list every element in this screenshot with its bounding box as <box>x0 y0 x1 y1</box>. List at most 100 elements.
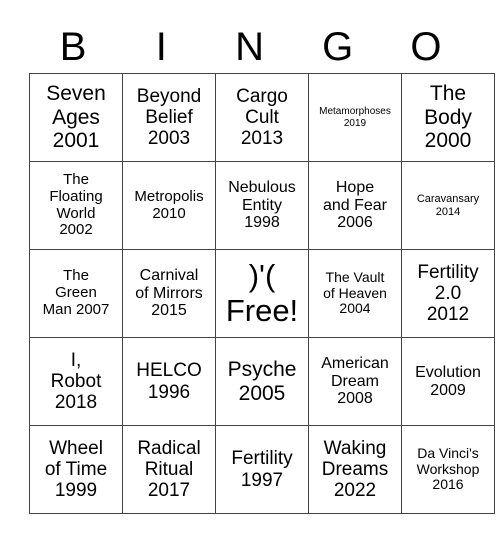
bingo-cell[interactable]: Da Vinci's Workshop 2016 <box>401 425 495 514</box>
cell-text-line: )'( <box>248 257 276 293</box>
bingo-cell[interactable]: Evolution 2009 <box>401 337 495 426</box>
grid-row: The Green Man 2007 Carnival of Mirrors 2015 … <box>29 249 495 338</box>
bingo-cell[interactable]: Nebulous Entity 1998 <box>215 161 309 250</box>
grid-row: I, Robot 2018 HELCO 1996 Psyche 2005 America… <box>29 337 495 426</box>
cell-text-line: and Fear <box>322 196 388 214</box>
header-letter-i: I <box>155 25 167 69</box>
cell-text-line: Nebulous <box>228 178 296 196</box>
cell-text-line: 2013 <box>240 128 284 150</box>
cell-text-line: 1999 <box>54 480 98 502</box>
cell-text-line: 2022 <box>333 480 377 502</box>
bingo-cell[interactable]: American Dream 2008 <box>308 337 402 426</box>
bingo-cell[interactable]: Hope and Fear 2006 <box>308 161 402 250</box>
cell-text-line: World <box>56 204 96 222</box>
cell-text-line: Body <box>424 105 472 129</box>
cell-text-line: of Mirrors <box>135 284 203 302</box>
cell-text-line: Caravansary <box>416 193 480 206</box>
cell-text-line: Floating <box>49 187 103 205</box>
cell-text-line: Green <box>55 284 97 302</box>
bingo-cell[interactable]: Cargo Cult 2013 <box>215 73 309 162</box>
bingo-cell[interactable]: The Vault of Heaven 2004 <box>308 249 402 338</box>
cell-text-line: Cult <box>245 106 279 128</box>
cell-text-line: Evolution <box>415 363 481 381</box>
cell-text-line: 1997 <box>240 469 284 491</box>
cell-text-line: 2018 <box>54 392 98 414</box>
cell-text-line: Dream <box>330 372 379 390</box>
cell-text-line: Waking <box>323 437 387 459</box>
cell-text-line: 1996 <box>147 381 191 403</box>
cell-text-line: HELCO <box>136 360 202 382</box>
bingo-cell[interactable]: I, Robot 2018 <box>29 337 123 426</box>
cell-text-line: Seven <box>46 82 106 106</box>
cell-text-line: 2004 <box>339 300 371 317</box>
grid-row: Seven Ages 2001 Beyond Belief 2003 Cargo Cult… <box>29 73 495 162</box>
cell-text-line: 2016 <box>432 476 464 493</box>
cell-text-line: 2.0 <box>434 282 462 304</box>
cell-text-line: 2015 <box>151 302 187 320</box>
bingo-cell[interactable]: The Floating World 2002 <box>29 161 123 250</box>
cell-text-line: Fertility <box>417 261 479 283</box>
cell-text-line: I, <box>70 349 82 371</box>
cell-text-line: Hope <box>335 178 375 196</box>
cell-text-line: of Time <box>44 458 108 480</box>
cell-text-line: Wheel <box>49 437 103 459</box>
cell-text-line: Metamorphoses <box>319 106 391 118</box>
free-space-cell[interactable]: )'(Free! <box>215 249 309 338</box>
bingo-cell[interactable]: The Body 2000 <box>401 73 495 162</box>
cell-text-line: 2009 <box>430 381 466 399</box>
bingo-cell[interactable]: The Green Man 2007 <box>29 249 123 338</box>
cell-text-line: Workshop <box>416 460 480 477</box>
cell-text-line: Robot <box>50 370 102 392</box>
cell-text-line: 2014 <box>435 205 461 218</box>
cell-text-line: Ritual <box>144 458 194 480</box>
bingo-cell[interactable]: HELCO 1996 <box>122 337 216 426</box>
cell-text-line: Carnival <box>139 266 199 284</box>
bingo-cell[interactable]: Metropolis 2010 <box>122 161 216 250</box>
cell-text-line: 2003 <box>147 128 191 150</box>
grid-row: The Floating World 2002 Metropolis 2010 Nebu… <box>29 161 495 250</box>
cell-text-line: Dreams <box>321 458 389 480</box>
header-letter-n: N <box>235 25 264 69</box>
cell-text-line: 1998 <box>244 214 280 232</box>
bingo-cell[interactable]: Psyche 2005 <box>215 337 309 426</box>
cell-text-line: Free! <box>225 292 299 328</box>
cell-text-line: Entity <box>241 196 282 214</box>
cell-text-line: 2008 <box>337 390 373 408</box>
cell-text-line: 2005 <box>238 381 286 405</box>
bingo-cell[interactable]: Carnival of Mirrors 2015 <box>122 249 216 338</box>
bingo-cell[interactable]: Fertility 2.0 2012 <box>401 249 495 338</box>
bingo-cell[interactable]: Wheel of Time 1999 <box>29 425 123 514</box>
bingo-cell[interactable]: Fertility 1997 <box>215 425 309 514</box>
cell-text-line: The <box>429 82 467 106</box>
cell-text-line: The <box>63 170 89 188</box>
cell-text-line: 2001 <box>52 129 100 153</box>
cell-text-line: Belief <box>145 106 193 128</box>
cell-text-line: of Heaven <box>323 284 387 301</box>
bingo-cell[interactable]: Radical Ritual 2017 <box>122 425 216 514</box>
header-letter-o: O <box>410 25 442 69</box>
bingo-cell[interactable]: Waking Dreams 2022 <box>308 425 402 514</box>
header-letter-g: G <box>322 25 354 69</box>
cell-text-line: 2019 <box>343 117 367 129</box>
cell-text-line: 2000 <box>424 129 472 153</box>
cell-text-line: Da Vinci's <box>417 444 479 461</box>
grid-row: Wheel of Time 1999 Radical Ritual 2017 Ferti… <box>29 425 495 514</box>
bingo-cell[interactable]: Seven Ages 2001 <box>29 73 123 162</box>
header-letter-b: B <box>59 25 87 69</box>
cell-text-line: Radical <box>137 437 201 459</box>
cell-text-line: Ages <box>52 105 100 129</box>
cell-text-line: Man 2007 <box>42 300 110 318</box>
cell-text-line: 2010 <box>152 204 186 222</box>
bingo-grid: Seven Ages 2001 Beyond Belief 2003 Cargo Cult… <box>29 73 495 514</box>
cell-text-line: Cargo <box>236 85 288 107</box>
cell-text-line: Fertility <box>231 448 293 470</box>
bingo-cell[interactable]: Metamorphoses 2019 <box>308 73 402 162</box>
cell-text-line: The Vault <box>325 268 385 285</box>
bingo-cell[interactable]: Beyond Belief 2003 <box>122 73 216 162</box>
cell-text-line: 2002 <box>59 221 93 239</box>
cell-text-line: The <box>63 267 89 285</box>
cell-text-line: Psyche <box>227 357 297 381</box>
cell-text-line: 2006 <box>337 214 373 232</box>
bingo-cell[interactable]: Caravansary 2014 <box>401 161 495 250</box>
cell-text-line: 2012 <box>426 304 470 326</box>
